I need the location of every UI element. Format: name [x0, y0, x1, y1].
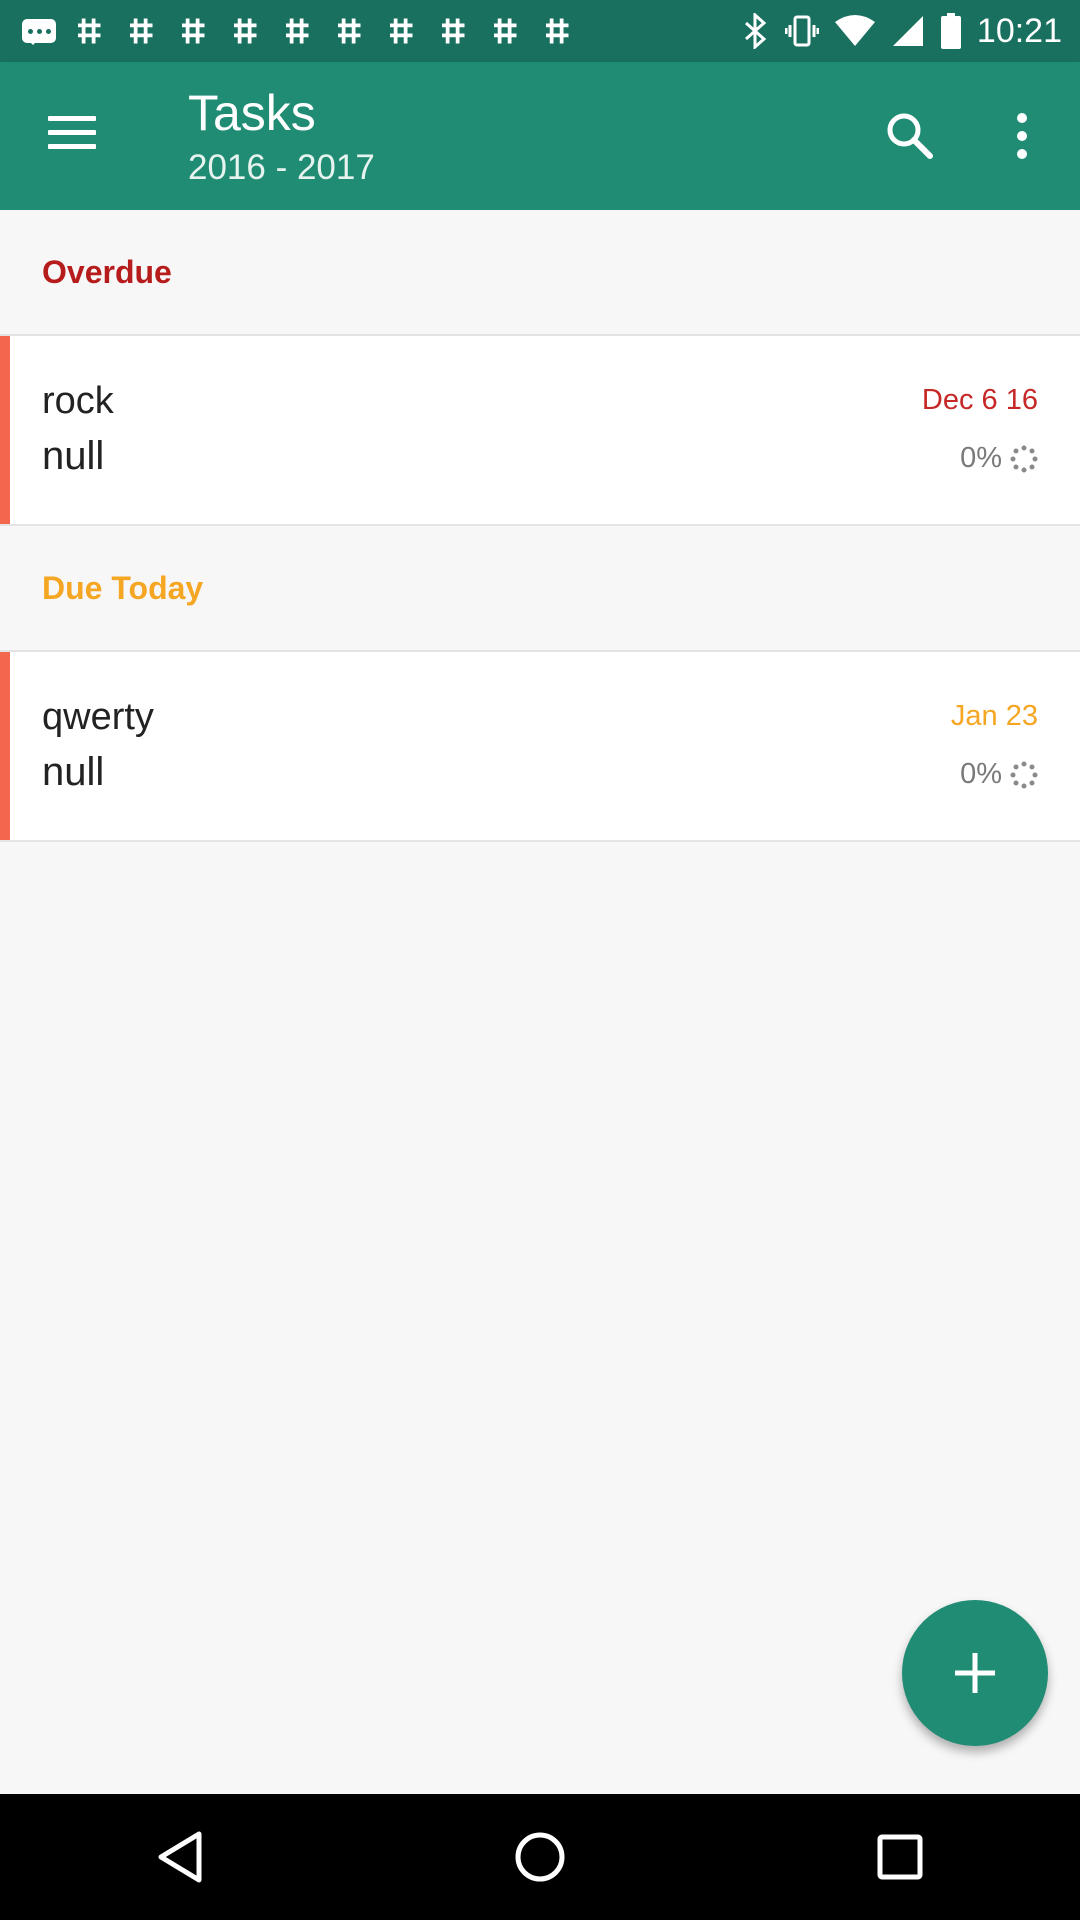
notification-icons: [0, 16, 576, 46]
grid-icon: [182, 18, 205, 44]
grid-icon: [338, 18, 361, 44]
task-due-date: Dec 6 16: [921, 384, 1038, 416]
add-icon: [955, 1653, 995, 1693]
task-progress: 0%: [960, 442, 1038, 475]
task-card[interactable]: rock null Dec 6 16 0%: [0, 336, 1080, 526]
priority-stripe: [0, 336, 10, 524]
grid-icon: [78, 18, 101, 44]
grid-icon: [286, 18, 309, 44]
system-nav-bar: [0, 1794, 1080, 1920]
progress-spinner-icon: [1010, 445, 1038, 472]
page-title: Tasks: [188, 85, 316, 141]
battery-icon: [940, 13, 961, 49]
task-card[interactable]: qwerty null Jan 23 0%: [0, 652, 1080, 842]
search-icon[interactable]: [880, 106, 940, 166]
grid-icon: [390, 18, 413, 44]
bluetooth-icon: [744, 13, 767, 49]
grid-icon: [494, 18, 517, 44]
system-icons: 10:21: [743, 12, 1080, 51]
recents-button[interactable]: [860, 1817, 940, 1897]
section-header-due-today: Due Today: [0, 526, 1080, 652]
vibrate-icon: [784, 15, 819, 47]
back-button[interactable]: [140, 1817, 220, 1897]
grid-icon: [130, 18, 153, 44]
more-vert-icon[interactable]: [1000, 106, 1044, 166]
task-description: null: [42, 434, 105, 478]
grid-icon: [546, 18, 569, 44]
section-label: Overdue: [42, 254, 172, 290]
app-bar: Tasks 2016 - 2017: [0, 62, 1080, 210]
grid-icon: [442, 18, 465, 44]
chat-bubble-icon: [22, 19, 56, 45]
task-name: qwerty: [42, 696, 154, 738]
hamburger-menu-icon[interactable]: [44, 110, 100, 156]
status-bar: 10:21: [0, 0, 1080, 62]
section-label: Due Today: [42, 570, 204, 606]
progress-percent: 0%: [960, 442, 1002, 474]
task-due-date: Jan 23: [950, 700, 1038, 732]
recents-square-icon: [877, 1834, 923, 1880]
progress-percent: 0%: [960, 758, 1002, 790]
wifi-icon: [834, 15, 875, 46]
section-header-overdue: Overdue: [0, 210, 1080, 336]
home-button[interactable]: [500, 1817, 580, 1897]
add-task-button[interactable]: [902, 1600, 1048, 1746]
back-triangle-icon: [158, 1831, 202, 1883]
page-subtitle: 2016 - 2017: [188, 148, 375, 187]
home-circle-icon: [515, 1832, 565, 1882]
signal-icon: [892, 16, 923, 46]
priority-stripe: [0, 652, 10, 840]
task-description: null: [42, 750, 105, 794]
grid-icon: [234, 18, 257, 44]
task-name: rock: [42, 380, 114, 422]
progress-spinner-icon: [1010, 761, 1038, 788]
task-progress: 0%: [960, 758, 1038, 791]
status-time: 10:21: [976, 11, 1062, 50]
